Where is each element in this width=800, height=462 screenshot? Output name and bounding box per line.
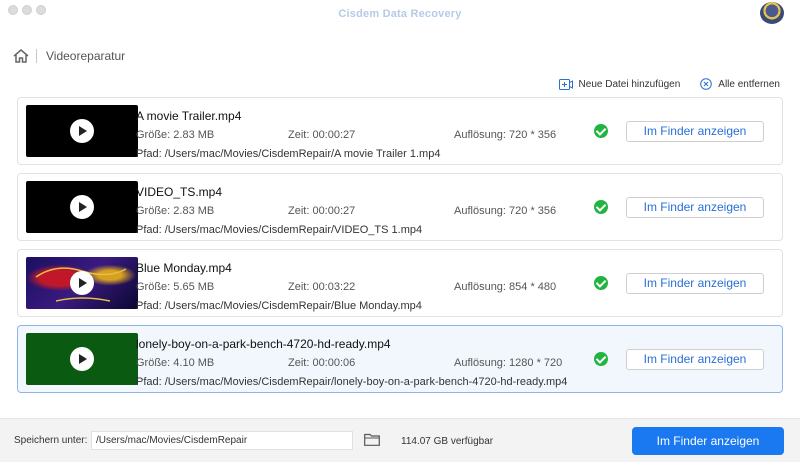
video-duration: Zeit: 00:00:27	[288, 205, 356, 217]
play-icon[interactable]	[70, 347, 94, 371]
video-filename: Blue Monday.mp4	[136, 261, 232, 275]
footer-bar: Speichern unter: 114.07 GB verfügbar Im …	[0, 418, 800, 462]
play-icon[interactable]	[70, 271, 94, 295]
video-size: Größe: 2.83 MB	[136, 205, 215, 217]
success-check-icon	[594, 200, 608, 214]
video-thumbnail[interactable]	[26, 333, 138, 385]
video-filename: lonely-boy-on-a-park-bench-4720-hd-ready…	[136, 337, 391, 351]
video-thumbnail[interactable]	[26, 257, 138, 309]
remove-all-button[interactable]: Alle entfernen	[700, 78, 780, 90]
video-resolution: Auflösung: 1280 * 720	[454, 357, 563, 369]
success-check-icon	[594, 276, 608, 290]
video-path: Pfad: /Users/mac/Movies/CisdemRepair/A m…	[136, 148, 441, 160]
free-space-text: 114.07 GB verfügbar	[401, 436, 494, 447]
app-logo-icon[interactable]	[760, 2, 784, 24]
video-size: Größe: 5.65 MB	[136, 281, 215, 293]
success-check-icon	[594, 124, 608, 138]
breadcrumb: Videoreparatur	[13, 46, 125, 66]
video-resolution: Auflösung: 854 * 480	[454, 281, 557, 293]
video-thumbnail[interactable]	[26, 105, 138, 157]
add-file-button[interactable]: Neue Datei hinzufügen	[558, 78, 681, 90]
video-duration: Zeit: 00:03:22	[288, 281, 356, 293]
show-in-finder-button[interactable]: Im Finder anzeigen	[626, 273, 764, 294]
breadcrumb-current: Videoreparatur	[46, 49, 126, 63]
video-size: Größe: 4.10 MB	[136, 357, 215, 369]
video-card[interactable]: VIDEO_TS.mp4 Größe: 2.83 MB Zeit: 00:00:…	[17, 173, 783, 241]
video-duration: Zeit: 00:00:06	[288, 357, 356, 369]
video-size: Größe: 2.83 MB	[136, 129, 215, 141]
video-filename: VIDEO_TS.mp4	[136, 185, 223, 199]
video-path: Pfad: /Users/mac/Movies/CisdemRepair/VID…	[136, 224, 423, 236]
add-video-icon	[558, 78, 573, 90]
show-in-finder-button[interactable]: Im Finder anzeigen	[626, 197, 764, 218]
save-path-input[interactable]	[91, 431, 353, 450]
save-location-label: Speichern unter:	[14, 435, 88, 446]
play-icon[interactable]	[70, 195, 94, 219]
video-card-selected[interactable]: lonely-boy-on-a-park-bench-4720-hd-ready…	[17, 325, 783, 393]
video-thumbnail[interactable]	[26, 181, 138, 233]
video-path: Pfad: /Users/mac/Movies/CisdemRepair/lon…	[136, 376, 568, 388]
window-title: Cisdem Data Recovery	[338, 8, 462, 20]
list-actions: Neue Datei hinzufügen Alle entfernen	[558, 78, 780, 90]
breadcrumb-divider	[36, 49, 37, 63]
show-in-finder-primary-button[interactable]: Im Finder anzeigen	[632, 427, 784, 455]
add-file-label: Neue Datei hinzufügen	[578, 78, 681, 90]
show-in-finder-button[interactable]: Im Finder anzeigen	[626, 121, 764, 142]
remove-circle-icon	[700, 78, 713, 90]
video-card[interactable]: A movie Trailer.mp4 Größe: 2.83 MB Zeit:…	[17, 97, 783, 165]
video-card[interactable]: Blue Monday.mp4 Größe: 5.65 MB Zeit: 00:…	[17, 249, 783, 317]
title-bar: Cisdem Data Recovery	[0, 0, 800, 28]
video-resolution: Auflösung: 720 * 356	[454, 129, 557, 141]
folder-icon[interactable]	[364, 433, 380, 451]
show-in-finder-button[interactable]: Im Finder anzeigen	[626, 349, 764, 370]
play-icon[interactable]	[70, 119, 94, 143]
video-filename: A movie Trailer.mp4	[136, 109, 242, 123]
remove-all-label: Alle entfernen	[718, 78, 780, 90]
video-duration: Zeit: 00:00:27	[288, 129, 356, 141]
home-icon[interactable]	[13, 49, 29, 63]
success-check-icon	[594, 352, 608, 366]
video-resolution: Auflösung: 720 * 356	[454, 205, 557, 217]
video-path: Pfad: /Users/mac/Movies/CisdemRepair/Blu…	[136, 300, 422, 312]
